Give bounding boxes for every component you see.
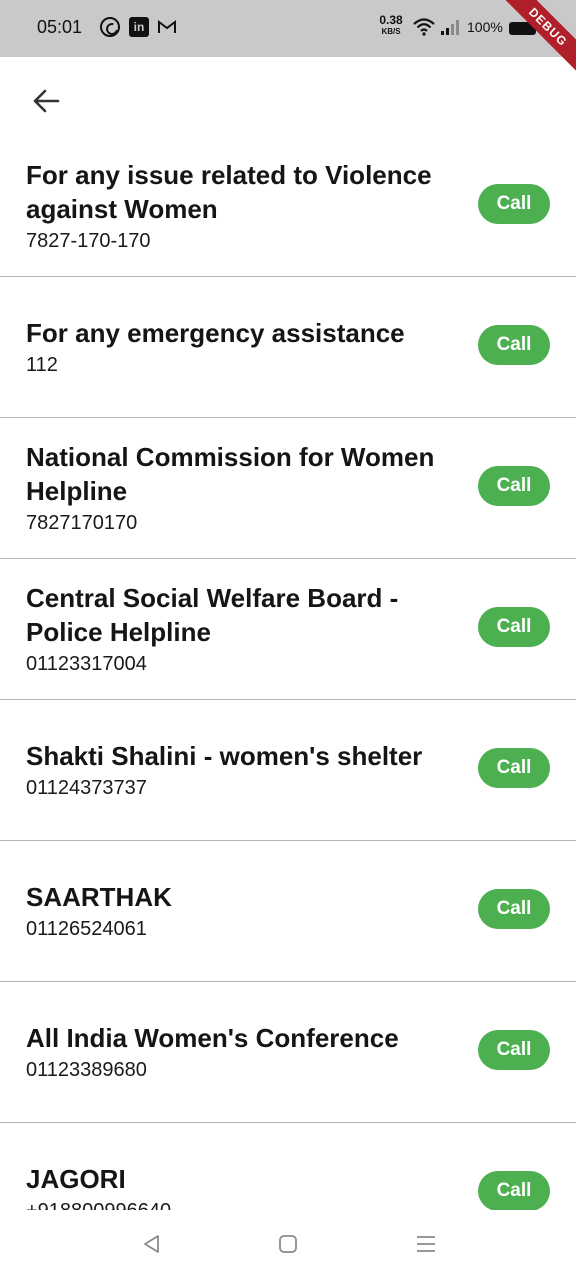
call-button[interactable]: Call — [478, 466, 550, 506]
helpline-title: National Commission for Women Helpline — [26, 441, 435, 506]
nav-recents-button[interactable] — [412, 1232, 440, 1260]
helpline-title: For any emergency assistance — [26, 317, 405, 348]
call-button[interactable]: Call — [478, 889, 550, 929]
helpline-number: +918800996640 — [26, 1198, 466, 1211]
whatsapp-icon — [100, 17, 120, 37]
helpline-number: 01126524061 — [26, 917, 147, 940]
menu-lines-icon — [415, 1233, 437, 1260]
wifi-icon — [413, 17, 435, 42]
helpline-title: For any issue related to Violence agains… — [26, 159, 432, 224]
list-item-text: JAGORI +918800996640 — [26, 1123, 466, 1211]
list-item: National Commission for Women Helpline 7… — [0, 418, 576, 559]
helpline-title: SAARTHAK — [26, 881, 172, 912]
app-bar — [0, 57, 576, 145]
back-triangle-icon — [141, 1233, 163, 1260]
list-item-text: For any emergency assistance 112 — [26, 277, 466, 416]
status-bar: 05:01 in 0.38 KB/S 100% — [0, 0, 576, 57]
signal-icon — [440, 19, 460, 40]
linkedin-icon: in — [129, 17, 149, 37]
list-item: All India Women's Conference 01123389680… — [0, 982, 576, 1123]
helpline-number: 7827170170 — [26, 511, 138, 534]
list-item-text: All India Women's Conference 01123389680 — [26, 982, 466, 1121]
home-square-icon — [277, 1233, 299, 1260]
arrow-left-icon — [32, 89, 60, 118]
list-item: Central Social Welfare Board -Police Hel… — [0, 559, 576, 700]
call-button[interactable]: Call — [478, 748, 550, 788]
call-button[interactable]: Call — [478, 184, 550, 224]
list-item: For any emergency assistance 112 Call — [0, 277, 576, 418]
list-item: For any issue related to Violence agains… — [0, 136, 576, 277]
list-item: JAGORI +918800996640 Call — [0, 1123, 576, 1210]
list-item-text: National Commission for Women Helpline 7… — [26, 418, 466, 557]
nav-home-button[interactable] — [274, 1232, 302, 1260]
gmail-icon — [157, 17, 177, 37]
status-time: 05:01 — [37, 17, 83, 37]
helpline-number: 01124373737 — [26, 776, 147, 799]
network-speed-unit: KB/S — [381, 27, 401, 36]
helpline-title: JAGORI — [26, 1163, 126, 1194]
list-item-text: Shakti Shalini - women's shelter 0112437… — [26, 700, 466, 839]
call-button[interactable]: Call — [478, 325, 550, 365]
helpline-number: 112 — [26, 353, 58, 376]
list-item: Shakti Shalini - women's shelter 0112437… — [0, 700, 576, 841]
call-button[interactable]: Call — [478, 1030, 550, 1070]
network-speed-value: 0.38 — [379, 13, 403, 27]
helpline-number: 7827-170-170 — [26, 229, 151, 252]
helpline-number: 01123389680 — [26, 1058, 147, 1081]
helpline-number: 01123317004 — [26, 652, 147, 675]
list-item-text: SAARTHAK 01126524061 — [26, 841, 466, 980]
list-item: SAARTHAK 01126524061 Call — [0, 841, 576, 982]
back-button[interactable] — [24, 83, 68, 123]
nav-back-button[interactable] — [138, 1232, 166, 1260]
helpline-title: All India Women's Conference — [26, 1022, 399, 1053]
call-button[interactable]: Call — [478, 607, 550, 647]
list-item-text: For any issue related to Violence agains… — [26, 136, 466, 275]
call-button[interactable]: Call — [478, 1171, 550, 1210]
system-nav-bar — [0, 1210, 576, 1280]
helpline-title: Central Social Welfare Board -Police Hel… — [26, 582, 399, 647]
battery-percent: 100% — [467, 19, 503, 35]
network-speed: 0.38 KB/S — [376, 13, 406, 37]
helpline-list[interactable]: For any issue related to Violence agains… — [0, 136, 576, 1210]
helpline-title: Shakti Shalini - women's shelter — [26, 740, 423, 771]
list-item-text: Central Social Welfare Board -Police Hel… — [26, 559, 466, 698]
